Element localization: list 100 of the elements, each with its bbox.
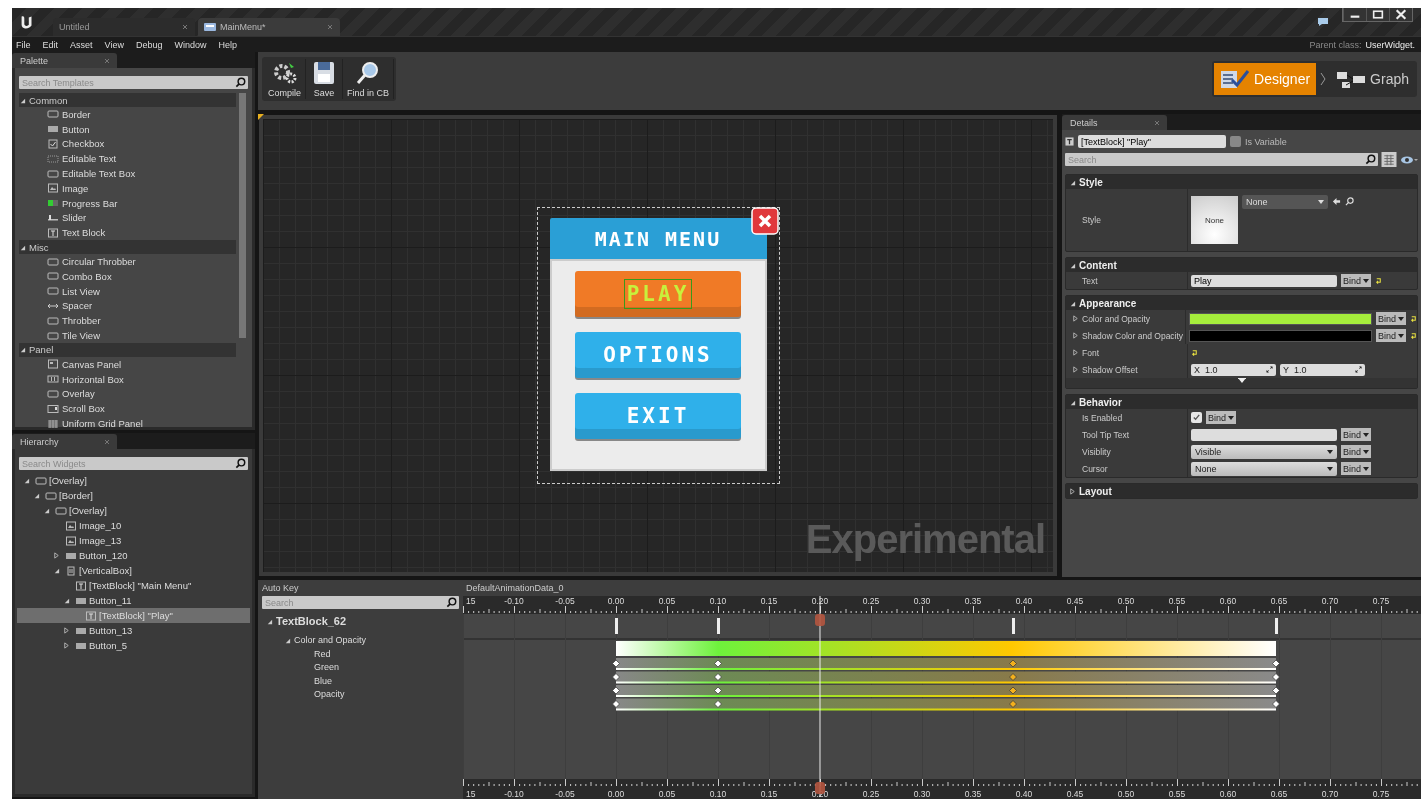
expanded-arrow-icon[interactable] — [284, 636, 291, 644]
expanded-arrow-icon[interactable] — [63, 597, 70, 604]
panel-tab[interactable]: Palette — [12, 53, 117, 68]
hierarchy-row[interactable]: [TextBlock] "Play" — [17, 608, 250, 623]
category-header[interactable]: Panel — [19, 342, 236, 357]
grid-view-icon[interactable] — [1381, 152, 1397, 167]
bind-dropdown[interactable]: Bind — [1341, 462, 1371, 475]
speech-bubble-icon[interactable] — [1317, 17, 1329, 27]
hierarchy-row[interactable]: Image_13 — [17, 533, 250, 548]
palette-item[interactable]: Overlay — [19, 386, 236, 402]
text-field[interactable] — [1191, 428, 1337, 441]
palette-item[interactable]: Uniform Grid Panel — [19, 416, 236, 431]
menu-item[interactable]: Debug — [135, 39, 163, 50]
expand-advanced-icon[interactable] — [1236, 378, 1247, 384]
palette-item[interactable]: Editable Text Box — [19, 166, 236, 181]
collapsed-arrow-icon[interactable] — [1072, 332, 1079, 339]
hierarchy-row[interactable]: Image_10 — [17, 518, 250, 533]
eye-icon[interactable] — [1400, 154, 1418, 165]
palette-item[interactable]: List View — [19, 283, 236, 299]
expanded-arrow-icon[interactable] — [1069, 299, 1076, 307]
style-dropdown[interactable]: None — [1242, 195, 1328, 209]
collapsed-arrow-icon[interactable] — [1072, 366, 1079, 373]
dropdown[interactable]: None — [1191, 461, 1337, 476]
palette-item[interactable]: Slider — [19, 210, 236, 226]
toolbar-button[interactable]: Compile — [264, 59, 306, 99]
expanded-arrow-icon[interactable] — [23, 477, 30, 484]
collapsed-arrow-icon[interactable] — [53, 552, 60, 559]
section-header[interactable]: Content — [1066, 258, 1417, 272]
menu-item[interactable]: Window — [174, 39, 207, 50]
hierarchy-row[interactable]: Button_11 — [17, 593, 250, 608]
channel-label[interactable]: Red — [262, 647, 459, 661]
palette-item[interactable]: Circular Throbber — [19, 254, 236, 269]
widget-name-field[interactable]: [TextBlock] "Play" — [1078, 135, 1226, 148]
collapsed-arrow-icon[interactable] — [63, 642, 70, 649]
palette-item[interactable]: Editable Text — [19, 151, 236, 167]
track-name[interactable]: TextBlock_62 — [276, 615, 347, 627]
track-property[interactable]: Color and Opacity — [294, 635, 367, 645]
palette-item[interactable]: Text Block — [19, 225, 236, 241]
palette-item[interactable]: Horizontal Box — [19, 371, 236, 387]
expanded-arrow-icon[interactable] — [1069, 398, 1076, 406]
toolbar-button[interactable]: Find in CB — [343, 59, 395, 99]
panel-tab[interactable]: Details — [1062, 115, 1167, 130]
checkbox[interactable] — [1230, 136, 1241, 147]
reset-arrow-icon[interactable] — [1410, 315, 1417, 322]
checkbox[interactable] — [1191, 412, 1202, 423]
bind-dropdown[interactable]: Bind — [1341, 428, 1371, 441]
collapsed-arrow-icon[interactable] — [1069, 487, 1076, 495]
hierarchy-row[interactable]: Button_5 — [17, 638, 250, 653]
expanded-arrow-icon[interactable] — [33, 492, 40, 499]
palette-item[interactable]: Combo Box — [19, 268, 236, 284]
reset-arrow-icon[interactable] — [1410, 332, 1417, 339]
hierarchy-row[interactable]: [VerticalBox] — [17, 563, 250, 578]
left-arrow-icon[interactable] — [1332, 197, 1341, 206]
reset-arrow-icon[interactable] — [1191, 349, 1198, 356]
toolbar-button[interactable]: Save — [306, 59, 343, 99]
expanded-arrow-icon[interactable] — [1069, 261, 1076, 269]
menu-item[interactable]: Help — [218, 39, 237, 50]
menu-item[interactable]: Asset — [70, 39, 93, 50]
y-field[interactable]: Y 1.0 — [1280, 363, 1365, 376]
reset-arrow-icon[interactable] — [1375, 277, 1382, 284]
collapsed-arrow-icon[interactable] — [63, 627, 70, 634]
category-header[interactable]: Common — [19, 93, 236, 107]
document-tab[interactable]: MainMenu* — [198, 18, 340, 36]
section-header[interactable]: Layout — [1066, 484, 1417, 498]
channel-label[interactable]: Blue — [262, 674, 459, 688]
search-icon[interactable] — [1365, 154, 1376, 165]
hierarchy-row[interactable]: [Border] — [17, 488, 250, 503]
bind-dropdown[interactable]: Bind — [1376, 329, 1406, 342]
collapsed-arrow-icon[interactable] — [1072, 315, 1079, 322]
hierarchy-row[interactable]: Button_120 — [17, 548, 250, 563]
color-swatch[interactable] — [1189, 329, 1372, 342]
document-tab[interactable]: Untitled — [53, 18, 195, 36]
expanded-arrow-icon[interactable] — [43, 507, 50, 514]
bind-dropdown[interactable]: Bind — [1376, 312, 1406, 325]
search-icon[interactable] — [1345, 197, 1354, 206]
search-icon[interactable] — [235, 458, 246, 469]
channel-label[interactable]: Opacity — [262, 687, 459, 701]
section-header[interactable]: Style — [1066, 175, 1417, 189]
hierarchy-row[interactable]: Button_13 — [17, 623, 250, 638]
search-icon[interactable] — [235, 77, 246, 88]
x-field[interactable]: X 1.0 — [1191, 363, 1276, 376]
expanded-arrow-icon[interactable] — [19, 96, 26, 104]
menu-item[interactable]: Edit — [42, 39, 59, 50]
hierarchy-row[interactable]: [Overlay] — [17, 503, 250, 518]
palette-item[interactable]: Scroll Box — [19, 401, 236, 417]
expanded-arrow-icon[interactable] — [53, 567, 60, 574]
palette-item[interactable]: Spacer — [19, 298, 236, 314]
palette-item[interactable]: Button — [19, 121, 236, 137]
text-field[interactable]: Play — [1191, 274, 1337, 287]
expanded-arrow-icon[interactable] — [19, 346, 26, 354]
dropdown[interactable]: Visible — [1191, 444, 1337, 459]
expanded-arrow-icon[interactable] — [19, 243, 26, 251]
expanded-arrow-icon[interactable] — [266, 617, 273, 625]
category-header[interactable]: Misc — [19, 240, 236, 255]
expanded-arrow-icon[interactable] — [1069, 178, 1076, 186]
section-header[interactable]: Appearance — [1066, 296, 1417, 310]
auto-key-label[interactable]: Auto Key — [262, 580, 459, 596]
section-header[interactable]: Behavior — [1066, 395, 1417, 409]
bind-dropdown[interactable]: Bind — [1341, 274, 1371, 287]
palette-item[interactable]: Image — [19, 181, 236, 196]
